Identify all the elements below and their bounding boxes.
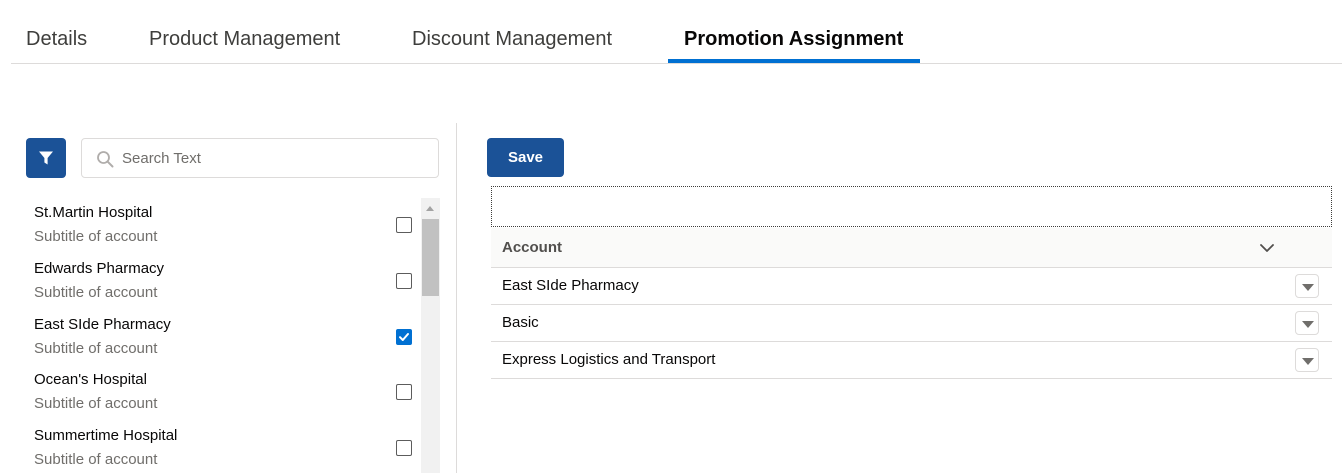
row-action-button[interactable] bbox=[1295, 274, 1319, 298]
account-cell: East SIde Pharmacy bbox=[502, 277, 639, 294]
account-subtitle: Subtitle of account bbox=[34, 451, 158, 468]
filter-icon bbox=[39, 151, 53, 165]
search-icon bbox=[97, 151, 114, 168]
list-item[interactable]: Edwards Pharmacy Subtitle of account bbox=[26, 254, 420, 310]
account-checkbox[interactable] bbox=[396, 273, 412, 289]
list-item[interactable]: St.Martin Hospital Subtitle of account bbox=[26, 198, 420, 254]
list-scrollbar[interactable] bbox=[421, 198, 440, 473]
account-subtitle: Subtitle of account bbox=[34, 340, 158, 357]
account-checkbox[interactable] bbox=[396, 384, 412, 400]
grid-header: Account bbox=[491, 228, 1332, 268]
search-box bbox=[81, 138, 439, 178]
chevron-down-icon[interactable] bbox=[1259, 241, 1275, 255]
account-list: St.Martin Hospital Subtitle of account E… bbox=[26, 198, 420, 473]
account-subtitle: Subtitle of account bbox=[34, 395, 158, 412]
tab-details[interactable]: Details bbox=[26, 26, 87, 52]
active-tab-indicator bbox=[668, 59, 920, 63]
caret-down-icon bbox=[1302, 358, 1314, 365]
caret-down-icon bbox=[1302, 284, 1314, 291]
tab-bar: Details Product Management Discount Mana… bbox=[11, 0, 1342, 64]
tab-product-management[interactable]: Product Management bbox=[149, 26, 340, 52]
account-subtitle: Subtitle of account bbox=[34, 228, 158, 245]
list-item[interactable]: East SIde Pharmacy Subtitle of account bbox=[26, 310, 420, 366]
save-button[interactable]: Save bbox=[487, 138, 564, 177]
row-action-button[interactable] bbox=[1295, 311, 1319, 335]
filter-button[interactable] bbox=[26, 138, 66, 178]
account-cell: Express Logistics and Transport bbox=[502, 351, 716, 368]
account-cell: Basic bbox=[502, 314, 539, 331]
account-checkbox[interactable] bbox=[396, 217, 412, 233]
search-input[interactable] bbox=[122, 140, 432, 176]
list-item[interactable]: Ocean's Hospital Subtitle of account bbox=[26, 365, 420, 421]
account-title: Ocean's Hospital bbox=[34, 371, 147, 388]
table-row: Basic bbox=[491, 305, 1332, 342]
table-row: Express Logistics and Transport bbox=[491, 342, 1332, 379]
checkmark-icon bbox=[399, 333, 409, 341]
column-header-account[interactable]: Account bbox=[502, 239, 562, 256]
scroll-thumb[interactable] bbox=[422, 219, 439, 296]
account-title: Edwards Pharmacy bbox=[34, 260, 165, 277]
account-checkbox[interactable] bbox=[396, 329, 412, 345]
grid-focus-area bbox=[491, 186, 1332, 227]
account-title: East SIde Pharmacy bbox=[34, 316, 171, 333]
caret-down-icon bbox=[1302, 321, 1314, 328]
table-row: East SIde Pharmacy bbox=[491, 268, 1332, 305]
tab-discount-management[interactable]: Discount Management bbox=[412, 26, 612, 52]
list-item[interactable]: Summertime Hospital Subtitle of account bbox=[26, 421, 420, 473]
account-title: St.Martin Hospital bbox=[34, 204, 153, 221]
tab-promotion-assignment[interactable]: Promotion Assignment bbox=[684, 26, 903, 52]
account-subtitle: Subtitle of account bbox=[34, 284, 158, 301]
panel-divider bbox=[456, 123, 457, 473]
account-checkbox[interactable] bbox=[396, 440, 412, 456]
row-action-button[interactable] bbox=[1295, 348, 1319, 372]
account-title: Summertime Hospital bbox=[34, 427, 178, 444]
scroll-up-arrow-icon[interactable] bbox=[426, 206, 434, 211]
